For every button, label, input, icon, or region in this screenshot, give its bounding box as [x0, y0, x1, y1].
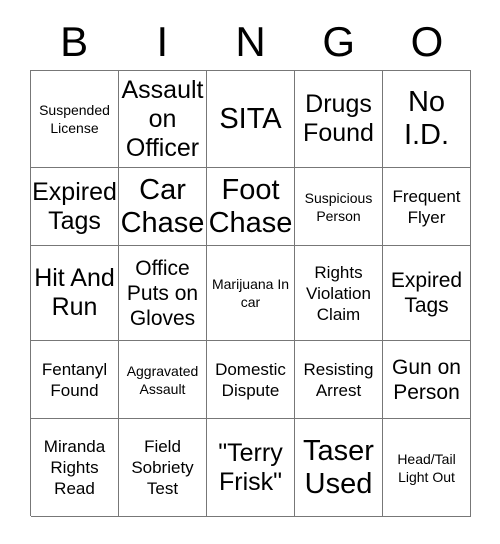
bingo-cell-r5c1[interactable]: Miranda Rights Read [31, 419, 119, 517]
bingo-cell-label: Resisting Arrest [303, 359, 374, 400]
bingo-card: B I N G O Suspended License Assault on Of… [0, 0, 500, 544]
bingo-cell-r4c1[interactable]: Fentanyl Found [31, 341, 119, 419]
bingo-cell-r3c1[interactable]: Hit And Run [31, 246, 119, 341]
bingo-cell-label: Fentanyl Found [41, 359, 108, 400]
bingo-header-letter-g: G [322, 18, 356, 65]
bingo-cell-label: Domestic Dispute [215, 359, 286, 400]
bingo-cell-label: Aggravated Assault [126, 362, 199, 397]
bingo-cell-label: Car Chase [120, 173, 205, 239]
bingo-cell-r1c1[interactable]: Suspended License [31, 71, 119, 168]
bingo-header-letter-i: I [156, 18, 169, 65]
bingo-cell-label: Expired Tags [32, 177, 117, 235]
bingo-cell-label: Assault on Officer [121, 75, 204, 162]
bingo-cell-r2c5[interactable]: Frequent Flyer [383, 168, 471, 246]
bingo-cell-r1c3[interactable]: SITA [207, 71, 295, 168]
bingo-header-letter-o: O [410, 18, 444, 65]
bingo-cell-label: No I.D. [403, 86, 450, 151]
bingo-cell-r4c2[interactable]: Aggravated Assault [119, 341, 207, 419]
bingo-cell-r2c3[interactable]: Foot Chase [207, 168, 295, 246]
bingo-cell-r3c2[interactable]: Office Puts on Gloves [119, 246, 207, 341]
bingo-grid: Suspended License Assault on Officer SITA D… [30, 70, 471, 517]
bingo-cell-r1c4[interactable]: Drugs Found [295, 71, 383, 168]
bingo-cell-label: Office Puts on Gloves [126, 256, 199, 330]
bingo-cell-label: SITA [219, 102, 282, 135]
bingo-cell-r5c3[interactable]: "Terry Frisk" [207, 419, 295, 517]
bingo-cell-r4c4[interactable]: Resisting Arrest [295, 341, 383, 419]
bingo-cell-r5c5[interactable]: Head/Tail Light Out [383, 419, 471, 517]
bingo-cell-label: Head/Tail Light Out [397, 450, 456, 485]
bingo-cell-label: Marijuana In car [211, 276, 290, 310]
bingo-cell-label: "Terry Frisk" [218, 438, 283, 496]
bingo-header-letter-n: N [235, 18, 266, 65]
bingo-cell-label: Expired Tags [390, 269, 463, 317]
bingo-cell-label: Foot Chase [208, 173, 293, 239]
bingo-cell-r3c4[interactable]: Rights Violation Claim [295, 246, 383, 341]
bingo-cell-label: Rights Violation Claim [306, 262, 371, 324]
bingo-cell-r1c2[interactable]: Assault on Officer [119, 71, 207, 168]
bingo-header: B I N G O [30, 14, 471, 70]
bingo-cell-r2c1[interactable]: Expired Tags [31, 168, 119, 246]
bingo-cell-r4c5[interactable]: Gun on Person [383, 341, 471, 419]
bingo-cell-r4c3[interactable]: Domestic Dispute [207, 341, 295, 419]
bingo-cell-r5c4[interactable]: Taser Used [295, 419, 383, 517]
bingo-cell-label: Frequent Flyer [392, 186, 461, 227]
bingo-cell-label: Field Sobriety Test [131, 437, 194, 498]
bingo-header-letter-b: B [60, 18, 89, 65]
bingo-cell-r3c5[interactable]: Expired Tags [383, 246, 471, 341]
bingo-cell-label: Suspicious Person [304, 189, 373, 224]
bingo-cell-r2c4[interactable]: Suspicious Person [295, 168, 383, 246]
bingo-cell-label: Hit And Run [34, 264, 115, 321]
bingo-cell-label: Drugs Found [303, 90, 374, 147]
bingo-cell-r1c5[interactable]: No I.D. [383, 71, 471, 168]
bingo-cell-r3c3[interactable]: Marijuana In car [207, 246, 295, 341]
bingo-cell-label: Miranda Rights Read [43, 437, 106, 498]
bingo-cell-label: Suspended License [39, 102, 110, 136]
bingo-cell-r5c2[interactable]: Field Sobriety Test [119, 419, 207, 517]
bingo-cell-r2c2[interactable]: Car Chase [119, 168, 207, 246]
bingo-cell-label: Taser Used [303, 434, 374, 500]
bingo-cell-label: Gun on Person [392, 355, 461, 404]
